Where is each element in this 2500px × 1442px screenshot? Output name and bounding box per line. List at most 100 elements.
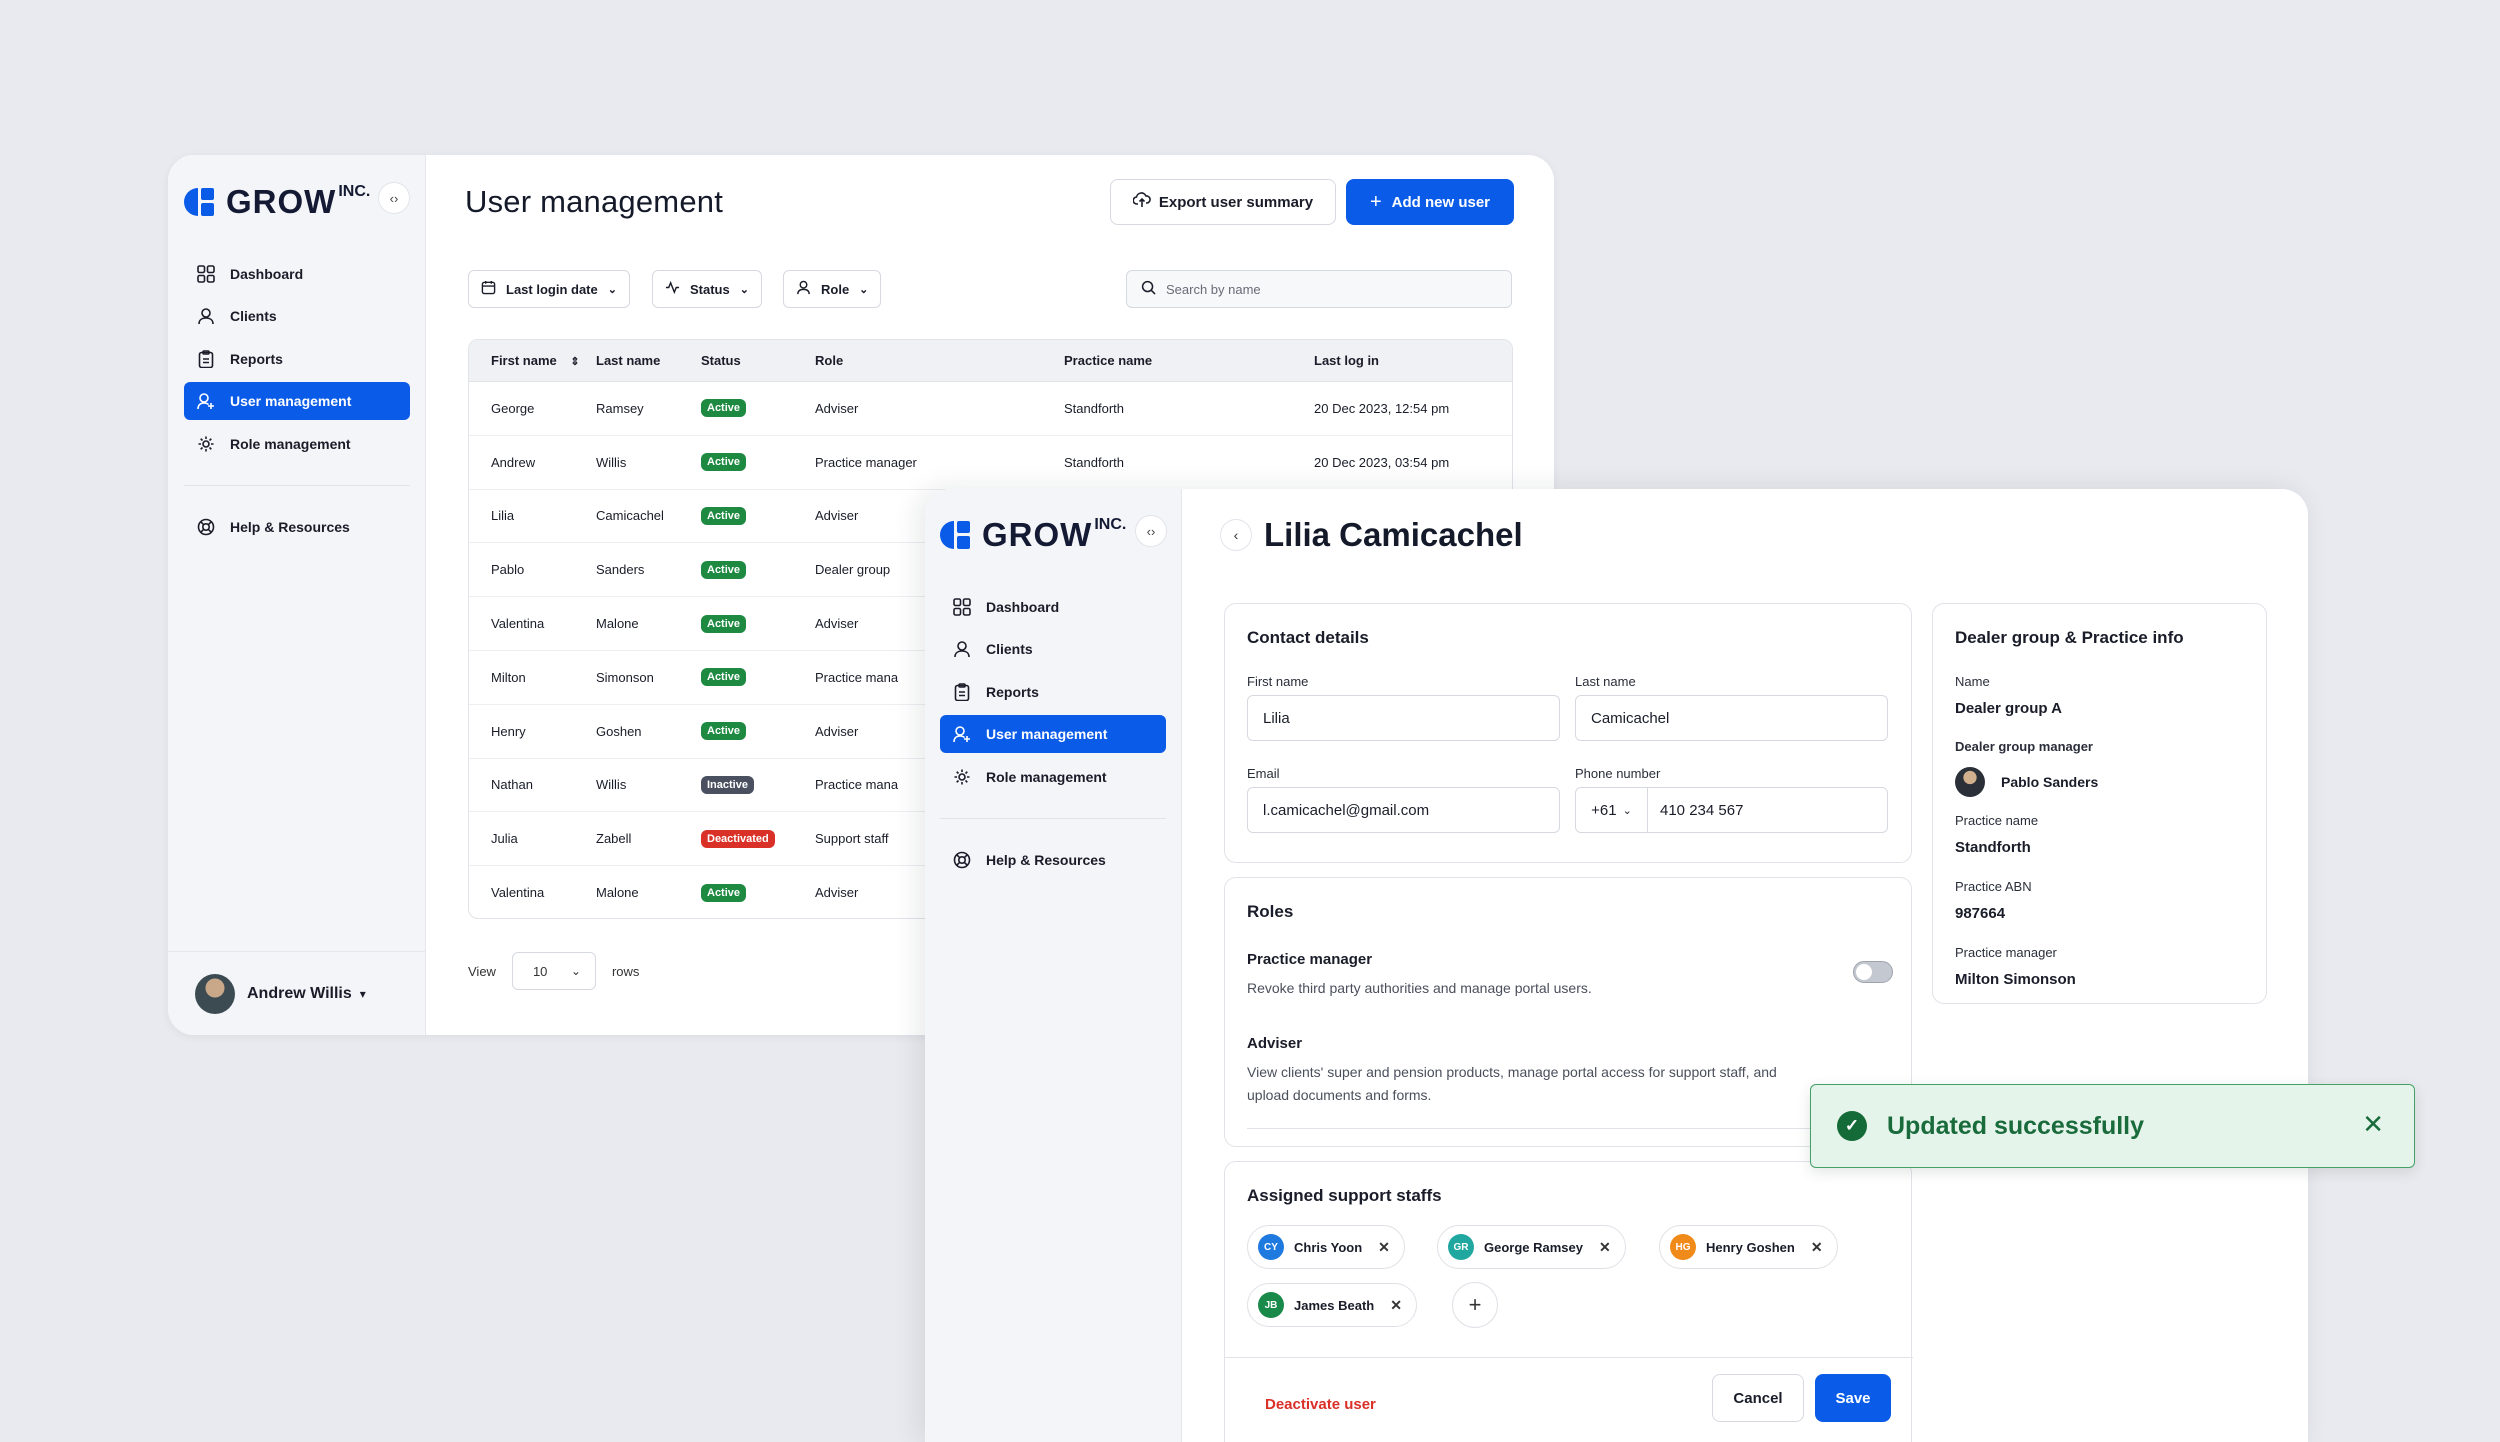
email-label: Email <box>1247 766 1280 781</box>
back-button[interactable]: ‹ <box>1220 519 1252 551</box>
status-badge: Inactive <box>701 775 754 794</box>
table-row[interactable]: George Ramsey Active Adviser Standforth 20 De… <box>469 382 1512 436</box>
grid-icon <box>952 597 972 617</box>
sidebar-item-clients[interactable]: Clients <box>184 297 410 335</box>
add-new-user-button[interactable]: + Add new user <box>1346 179 1514 225</box>
practice-abn-value: 987664 <box>1955 905 2006 922</box>
last-name-field[interactable]: Camicachel <box>1575 695 1888 741</box>
current-user-menu[interactable]: Andrew Willis ▾ <box>168 951 426 1035</box>
user-add-icon <box>952 724 972 744</box>
users-icon <box>196 306 216 326</box>
card-title: Dealer group & Practice info <box>1955 628 2184 647</box>
collapse-sidebar-button[interactable]: ‹› <box>1135 515 1167 547</box>
dealer-name-label: Name <box>1955 674 1990 689</box>
practice-manager-toggle[interactable] <box>1853 961 1893 983</box>
cell-last-name: Sanders <box>596 562 645 578</box>
status-badge: Active <box>701 399 747 418</box>
status-badge: Active <box>701 668 747 687</box>
export-user-summary-button[interactable]: Export user summary <box>1110 179 1336 225</box>
cancel-button[interactable]: Cancel <box>1712 1374 1804 1422</box>
sidebar-item-role-management[interactable]: Role management <box>940 758 1166 796</box>
filter-last-login-date[interactable]: Last login date ⌄ <box>468 270 630 308</box>
sidebar-item-dashboard[interactable]: Dashboard <box>184 255 410 293</box>
phone-field[interactable]: +61 ⌄ 410 234 567 <box>1575 787 1888 833</box>
user-add-icon <box>196 391 216 411</box>
user-name-title: Lilia Camicachel <box>1264 516 1523 553</box>
sidebar-item-user-management[interactable]: User management <box>184 382 410 421</box>
status-badge: Deactivated <box>701 829 775 848</box>
column-first-name[interactable]: First name ⇕ <box>469 353 596 368</box>
staff-chip: JB James Beath ✕ <box>1247 1283 1417 1327</box>
phone-label: Phone number <box>1575 766 1661 781</box>
sidebar-item-user-management[interactable]: User management <box>940 715 1166 754</box>
export-label: Export user summary <box>1158 193 1314 211</box>
country-code-select[interactable]: +61 ⌄ <box>1576 788 1648 832</box>
plus-icon: + <box>1369 190 1382 213</box>
filter-role[interactable]: Role ⌄ <box>783 270 882 308</box>
add-staff-button[interactable]: + <box>1452 1282 1498 1328</box>
roles-card: Roles Practice manager Revoke third part… <box>1224 877 1912 1147</box>
user-detail-window: GROW INC. ‹› Dashboard Clients Reports U… <box>925 489 2308 1442</box>
practice-name-value: Standforth <box>1955 839 2031 856</box>
cell-first-name: Nathan <box>491 777 533 793</box>
brand-suffix: INC. <box>1094 516 1127 533</box>
sidebar-item-label: Reports <box>230 350 283 367</box>
sidebar-item-reports[interactable]: Reports <box>184 340 410 378</box>
cell-role: Adviser <box>815 400 859 416</box>
sidebar-item-role-management[interactable]: Role management <box>184 425 410 463</box>
cell-last-name: Camicachel <box>596 508 664 524</box>
brand-suffix: INC. <box>338 183 371 200</box>
pager-rows-label: rows <box>611 963 640 979</box>
cell-status: Active <box>701 722 815 741</box>
practice-manager-label: Practice manager <box>1955 945 2057 960</box>
cell-last-name: Willis <box>596 454 627 470</box>
first-name-field[interactable]: Lilia <box>1247 695 1560 741</box>
collapse-sidebar-button[interactable]: ‹› <box>378 182 410 214</box>
main-content: ‹ Lilia Camicachel Contact details First… <box>1182 489 2308 1442</box>
staff-name: George Ramsey <box>1484 1239 1583 1255</box>
staff-name: Henry Goshen <box>1706 1239 1795 1255</box>
last-name-label: Last name <box>1575 674 1636 689</box>
cell-status: Active <box>701 453 815 472</box>
remove-icon[interactable]: ✕ <box>1599 1239 1611 1256</box>
chevron-left-icon: ‹ <box>1233 527 1239 543</box>
filter-label: Last login date <box>506 281 598 297</box>
save-button[interactable]: Save <box>1815 1374 1891 1422</box>
staff-chip: HG Henry Goshen ✕ <box>1659 1225 1838 1269</box>
sidebar-item-reports[interactable]: Reports <box>940 673 1166 711</box>
sidebar-item-label: User management <box>986 726 1108 743</box>
table-row[interactable]: Andrew Willis Active Practice manager Standf… <box>469 436 1512 490</box>
divider <box>1225 1357 1913 1358</box>
sidebar-item-dashboard[interactable]: Dashboard <box>940 588 1166 626</box>
search-input[interactable]: Search by name <box>1126 270 1512 308</box>
filter-status[interactable]: Status ⌄ <box>652 270 762 308</box>
filter-label: Status <box>690 281 730 297</box>
cell-first-name: Lilia <box>491 508 515 524</box>
chevron-down-icon: ⌄ <box>739 283 749 296</box>
cell-status: Active <box>701 668 815 687</box>
role-description: Revoke third party authorities and manag… <box>1247 980 1592 996</box>
column-last-log-in: Last log in <box>1314 353 1379 368</box>
remove-icon[interactable]: ✕ <box>1378 1239 1390 1256</box>
page-size-select[interactable]: 10 ⌄ <box>511 952 596 990</box>
sidebar-item-help[interactable]: Help & Resources <box>940 841 1166 879</box>
column-status: Status <box>701 353 741 368</box>
brand-name: GROW <box>982 516 1093 553</box>
close-icon[interactable]: ✕ <box>2362 1109 2384 1140</box>
cell-first-name: Henry <box>491 723 526 739</box>
remove-icon[interactable]: ✕ <box>1390 1297 1402 1314</box>
remove-icon[interactable]: ✕ <box>1811 1239 1823 1256</box>
cell-first-name: Pablo <box>491 562 525 578</box>
support-staff-card: Assigned support staffs CY Chris Yoon ✕ … <box>1224 1161 1913 1442</box>
pagination: View 10 ⌄ rows <box>468 952 639 990</box>
status-badge: Active <box>701 506 747 525</box>
email-field[interactable]: l.camicachel@gmail.com <box>1247 787 1560 833</box>
cell-status: Inactive <box>701 775 815 794</box>
sidebar-item-label: User management <box>230 393 352 410</box>
practice-name-label: Practice name <box>1955 813 2039 828</box>
sort-icon[interactable]: ⇕ <box>570 356 579 368</box>
sidebar-item-help[interactable]: Help & Resources <box>184 508 410 546</box>
deactivate-user-button[interactable]: Deactivate user <box>1265 1396 1376 1413</box>
clipboard-icon <box>196 349 216 369</box>
sidebar-item-clients[interactable]: Clients <box>940 630 1166 668</box>
